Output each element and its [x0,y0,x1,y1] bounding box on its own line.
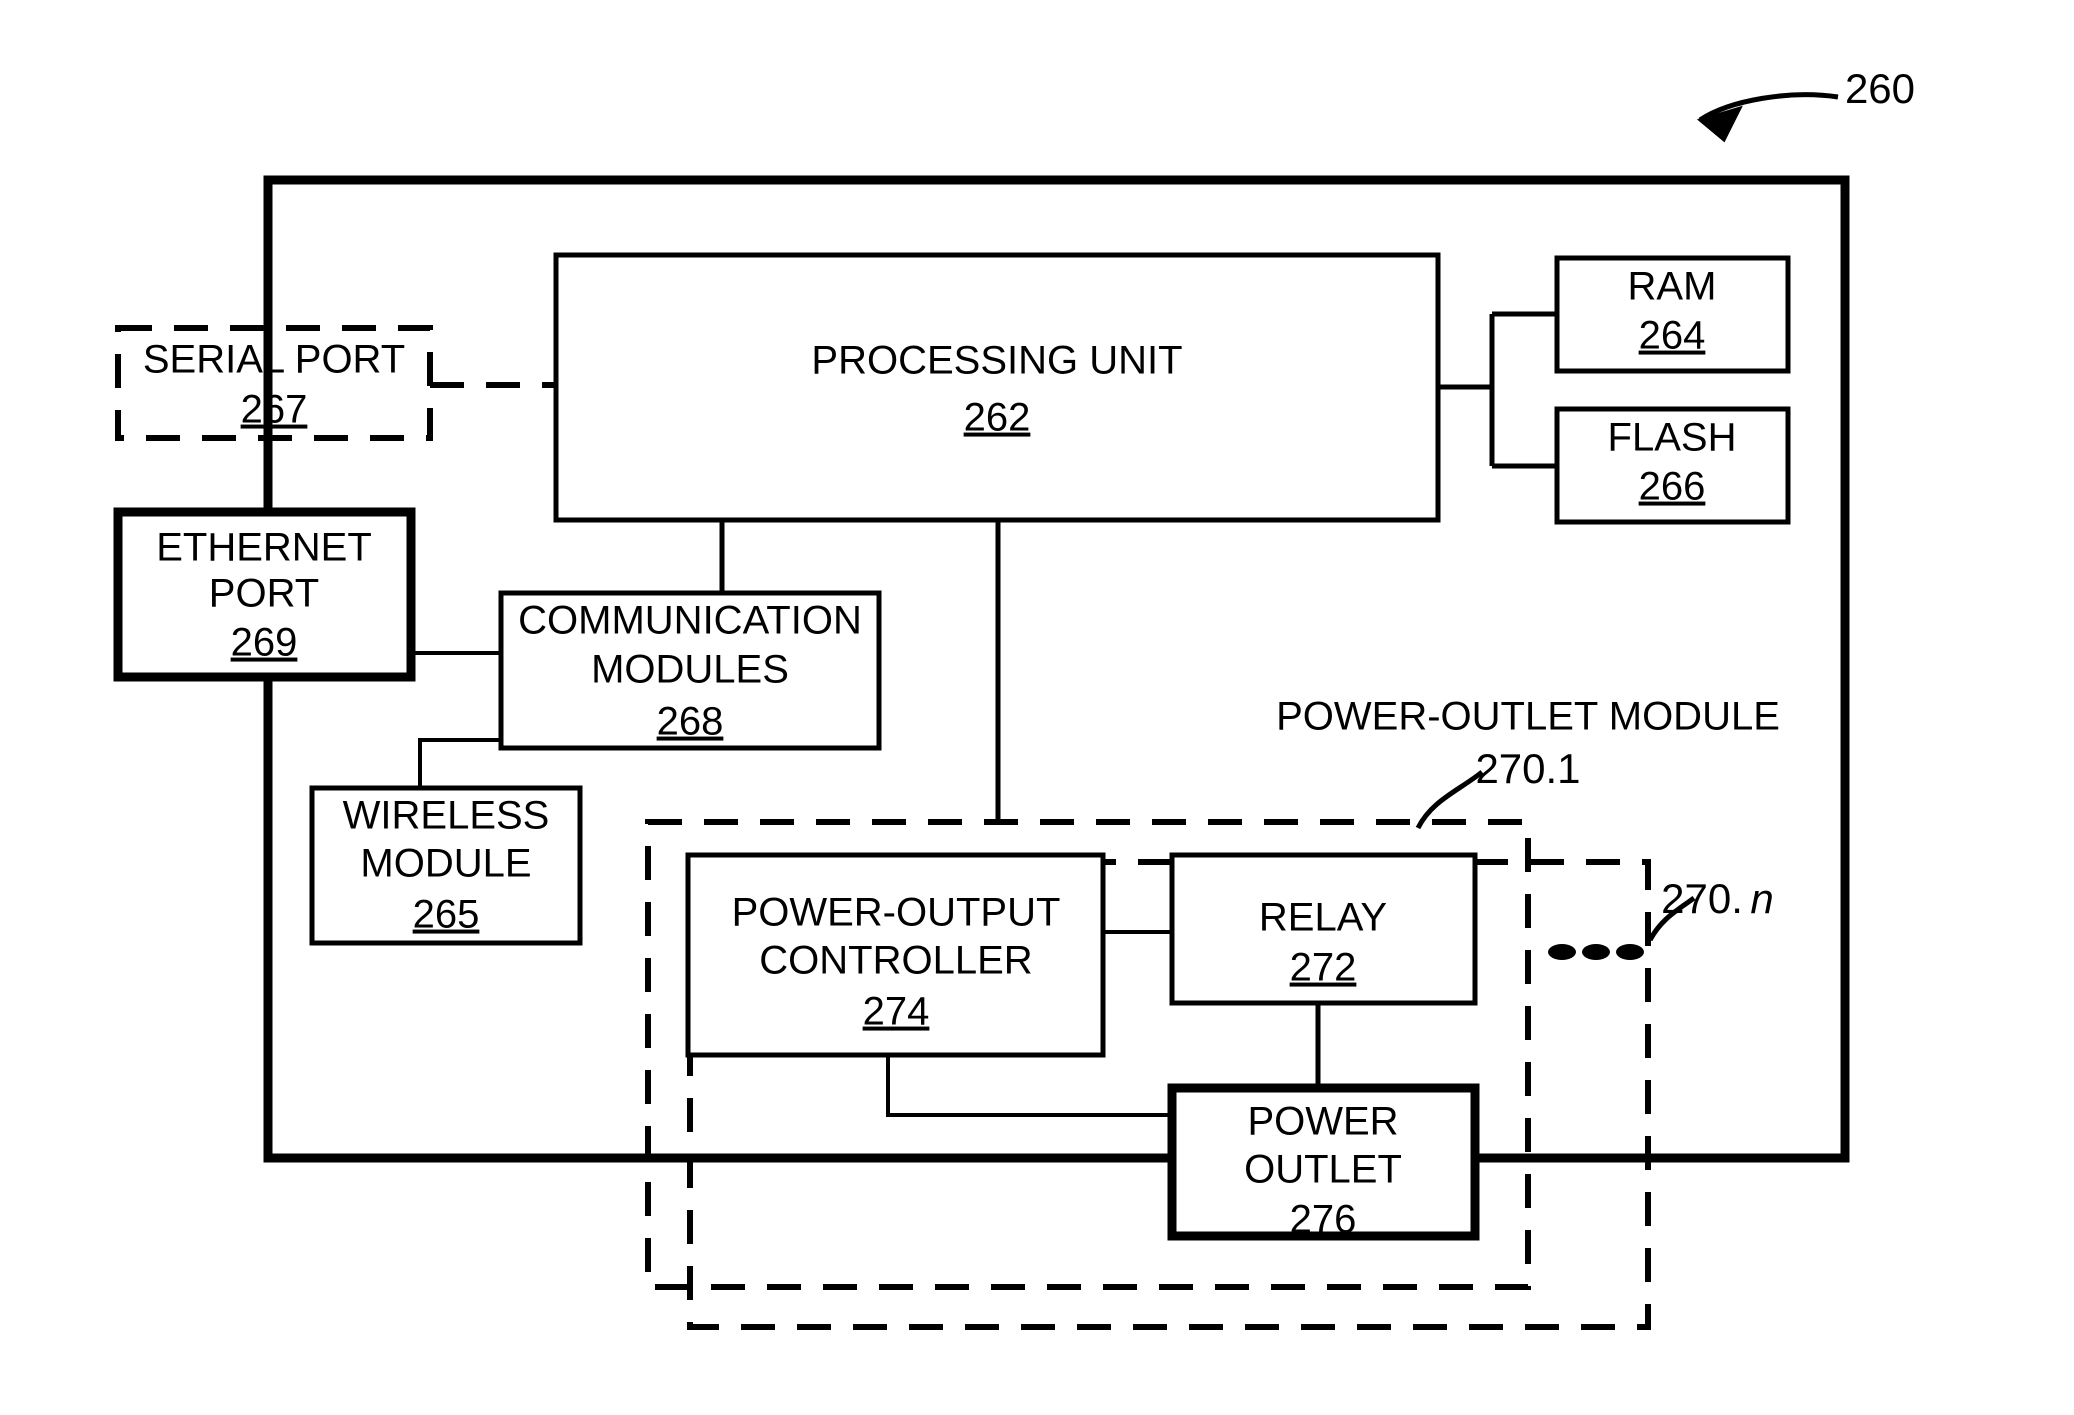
additional-module-number-suffix: n [1750,875,1773,922]
power-output-controller-number: 274 [863,990,930,1034]
power-outlet-module-title: POWER-OUTLET MODULE [1276,695,1780,739]
serial-port-number: 267 [241,388,308,432]
ellipsis-more-modules [1548,944,1644,960]
curved-arrow-icon [1696,105,1743,143]
power-output-controller-label-line1: POWER-OUTPUT [732,891,1061,935]
power-outlet-number: 276 [1290,1198,1357,1242]
ram-label: RAM [1628,265,1717,309]
processing-unit-block[interactable] [553,252,1441,523]
communication-modules-label-line2: MODULES [591,648,789,692]
communication-modules-number: 268 [657,700,724,744]
processing-unit-number: 262 [964,396,1031,440]
wireless-module-label-line1: WIRELESS [343,794,550,838]
power-outlet-module-number: 270.1 [1475,745,1580,792]
flash-label: FLASH [1608,416,1737,460]
figure-diagram: 260 SERIAL PORT 267 ETHERNET PORT 269 PR… [113,65,1915,1330]
flash-number: 266 [1639,465,1706,509]
wireless-module-number: 265 [413,893,480,937]
relay-number: 272 [1290,946,1357,990]
relay-label: RELAY [1259,896,1387,940]
power-outlet-label-line2: OUTLET [1244,1148,1402,1192]
ethernet-port-label-line1: ETHERNET [156,526,372,570]
power-output-controller-label-line2: CONTROLLER [759,939,1032,983]
power-outlet-label-line1: POWER [1247,1100,1398,1144]
serial-port-label: SERIAL PORT [143,338,405,382]
ethernet-port-number: 269 [231,621,298,665]
ethernet-port-label-line2: PORT [209,572,319,616]
patent-figure-canvas: 260 SERIAL PORT 267 ETHERNET PORT 269 PR… [0,0,2074,1415]
communication-modules-label-line1: COMMUNICATION [518,599,862,643]
wireless-module-label-line2: MODULE [360,842,531,886]
figure-reference-numeral: 260 [1845,65,1915,112]
additional-module-number-prefix: 270. [1661,875,1743,922]
processing-unit-label: PROCESSING UNIT [811,339,1182,383]
ram-number: 264 [1639,314,1706,358]
